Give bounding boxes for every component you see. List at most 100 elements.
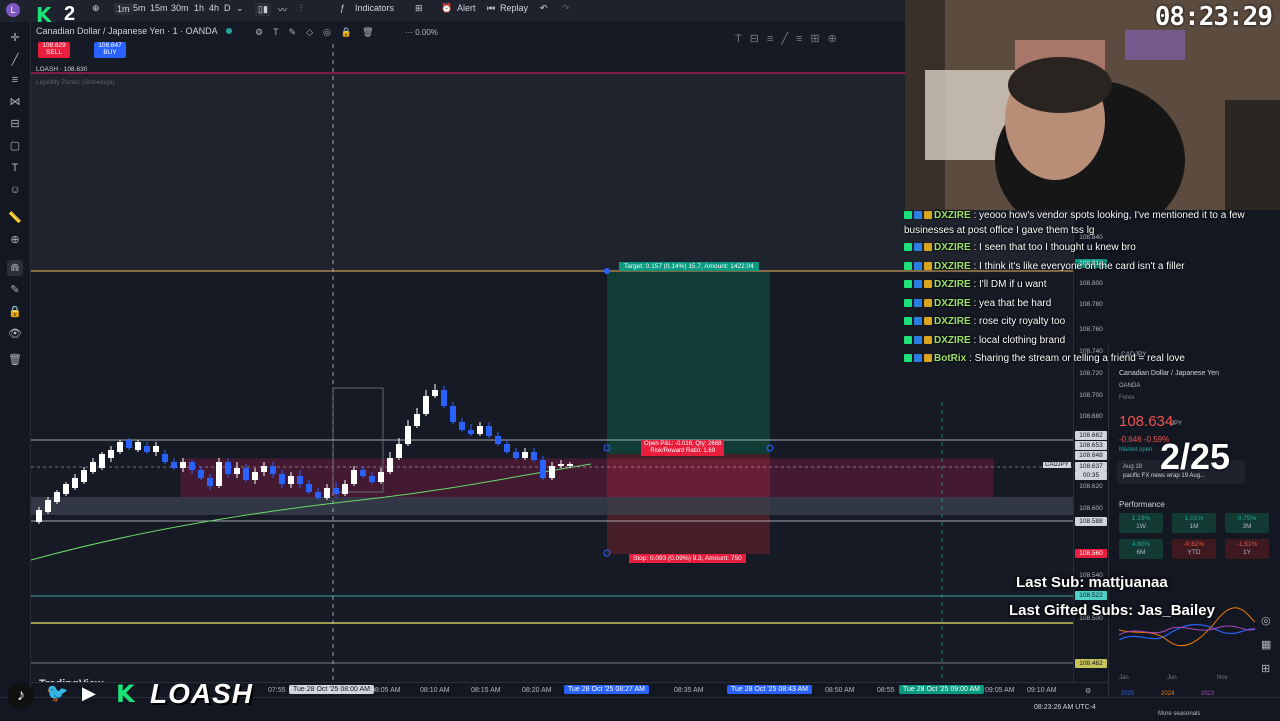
liquidity-indicator-label[interactable]: Liquidity Zones (Sinbeluga) xyxy=(36,79,115,86)
chat-username[interactable]: DXZIRE xyxy=(934,242,971,253)
timeframe-4h[interactable]: 4h xyxy=(209,3,219,13)
ruler-icon[interactable]: 📏 xyxy=(7,210,23,226)
open-pnl-text: Open P&L: -0.016, Qty: 2688 xyxy=(644,441,722,447)
magnet-icon[interactable]: ⋒ xyxy=(7,260,23,276)
price-tag: 108.462 xyxy=(1075,659,1107,668)
loash-indicator-label[interactable]: LOASH · 108.630 xyxy=(36,66,87,73)
zoom-icon[interactable]: ⊕ xyxy=(7,232,23,248)
chat-username[interactable]: BotRix xyxy=(934,353,966,364)
eye-icon[interactable]: 👁 xyxy=(7,326,23,342)
alert-icon[interactable]: ⏰ xyxy=(441,3,452,14)
performance-cell[interactable]: 1.19% 1W xyxy=(1119,513,1163,533)
alert-button[interactable]: Alert xyxy=(457,3,476,13)
candle-body xyxy=(324,488,330,498)
fib-icon[interactable]: ≡ xyxy=(7,72,23,88)
drawing-toolbar: ✛ ╱ ≡ ⋈ ⊟ ▢ T ☺ 📏 ⊕ ⋒ ✎ 🔒 👁 🗑 xyxy=(0,22,31,697)
time-label: 08:55 xyxy=(877,687,895,694)
grid-icon[interactable]: ⊞ xyxy=(1261,662,1270,675)
layout-icon[interactable]: ⊞ xyxy=(415,3,423,14)
price-tag: 108.653 xyxy=(1075,441,1107,450)
calendar-icon[interactable]: ▦ xyxy=(1261,638,1271,651)
compare-icon[interactable]: ⫶ xyxy=(300,3,302,14)
candle-body xyxy=(369,476,375,482)
candle-body xyxy=(171,462,177,468)
performance-value: 1.19% xyxy=(1131,515,1151,522)
replay-icon[interactable]: ⏮ xyxy=(487,3,495,14)
sell-price: 108.629 xyxy=(42,42,66,49)
candle-body xyxy=(153,446,159,452)
chat-username[interactable]: DXZIRE xyxy=(934,210,971,221)
buy-button[interactable]: 108.647 BUY xyxy=(94,42,126,58)
candle-body xyxy=(234,468,240,474)
twitter-icon: 🐦 xyxy=(46,683,69,703)
open-pnl-label: Open P&L: -0.016, Qty: 2688 Risk/Reward … xyxy=(641,440,725,456)
menu-icon[interactable]: L xyxy=(6,3,20,17)
timeframe-30m[interactable]: 30m xyxy=(171,3,189,13)
chevron-down-icon[interactable]: ⌄ xyxy=(236,3,244,14)
performance-cell[interactable]: 0.75% 3M xyxy=(1225,513,1269,533)
time-tag-exit: Tue 28 Oct '25 08:43 AM xyxy=(727,685,812,694)
shape-icon[interactable]: ▢ xyxy=(7,138,23,154)
line-chart-icon[interactable]: 〰 xyxy=(278,3,287,16)
pencil-icon[interactable]: ✎ xyxy=(7,282,23,298)
chat-username[interactable]: DXZIRE xyxy=(934,335,971,346)
candle-body xyxy=(90,462,96,472)
time-tag-session: Tue 28 Oct '25 09:00 AM xyxy=(899,685,984,694)
timeframe-5m[interactable]: 5m xyxy=(133,3,146,13)
seasonals-x-nov: Nov xyxy=(1217,675,1228,681)
price-label: 108.680 xyxy=(1079,413,1103,420)
target-handle[interactable] xyxy=(604,268,610,274)
crosshair-icon[interactable]: ✛ xyxy=(7,30,23,46)
kick-icon: K xyxy=(116,680,135,708)
target-zone[interactable] xyxy=(607,272,770,454)
floating-toolbar[interactable]: T⊟≡╱≡⊞⊕ xyxy=(735,32,845,45)
replay-button[interactable]: Replay xyxy=(500,3,528,13)
symbol-tools-icons[interactable]: ⚙T✎◇◎🔒🗑 xyxy=(255,27,384,38)
undo-icon[interactable]: ↶ xyxy=(540,3,548,14)
projection-icon[interactable]: ⊟ xyxy=(7,116,23,132)
smiley-icon[interactable]: ☺ xyxy=(7,182,23,198)
stream-clock: 08:23:29 xyxy=(1154,2,1273,32)
chat-username[interactable]: DXZIRE xyxy=(934,316,971,327)
chat-text: : rose city royalty too xyxy=(970,316,1066,327)
indicators-icon[interactable]: ƒ xyxy=(340,3,345,13)
youtube-icon: ▶ xyxy=(82,683,96,703)
timeframe-15m[interactable]: 15m xyxy=(150,3,168,13)
text-icon[interactable]: T xyxy=(7,160,23,176)
candle-body xyxy=(117,442,123,452)
timeframe-1m[interactable]: 1m xyxy=(114,3,133,15)
trendline-icon[interactable]: ╱ xyxy=(7,52,23,68)
sell-button[interactable]: 108.629 SELL xyxy=(38,42,70,58)
candle-body xyxy=(315,492,321,498)
performance-period: 1Y xyxy=(1243,549,1251,556)
chat-message: BotRix : Sharing the stream or telling a… xyxy=(904,353,1280,364)
target-icon[interactable]: ◎ xyxy=(1261,614,1271,627)
settings-icon[interactable]: ⚙ xyxy=(1085,687,1091,695)
symbol-title[interactable]: Canadian Dollar / Japanese Yen · 1 · OAN… xyxy=(36,26,217,36)
more-seasonals-link[interactable]: More seasonals xyxy=(1158,711,1200,717)
sell-label: SELL xyxy=(46,49,62,56)
redo-icon[interactable]: ↷ xyxy=(562,3,570,14)
timeframe-1h[interactable]: 1h xyxy=(194,3,204,13)
candle-body xyxy=(261,466,267,472)
chat-username[interactable]: DXZIRE xyxy=(934,298,971,309)
candles-icon[interactable]: ▯▮ xyxy=(255,3,271,16)
timezone-status[interactable]: 08:23:26 AM UTC-4 xyxy=(1034,704,1096,711)
chat-username[interactable]: DXZIRE xyxy=(934,279,971,290)
performance-cell[interactable]: -1.51% 1Y xyxy=(1225,539,1269,559)
pattern-icon[interactable]: ⋈ xyxy=(7,94,23,110)
lock-icon[interactable]: 🔒 xyxy=(7,304,23,320)
chat-username[interactable]: DXZIRE xyxy=(934,261,971,272)
candle-body xyxy=(414,414,420,426)
performance-cell[interactable]: 1.01% 1M xyxy=(1172,513,1216,533)
indicators-button[interactable]: Indicators xyxy=(355,3,394,13)
mod-badge-icon xyxy=(914,354,922,362)
seasonals-x-jan: Jan xyxy=(1119,675,1129,681)
performance-cell[interactable]: -0.62% YTD xyxy=(1172,539,1216,559)
candle-body xyxy=(342,484,348,494)
trash-icon[interactable]: 🗑 xyxy=(7,352,23,368)
sub-badge-icon xyxy=(924,354,932,362)
timeframe-d[interactable]: D xyxy=(224,3,231,13)
add-symbol-icon[interactable]: ⊕ xyxy=(92,3,100,14)
performance-cell[interactable]: 4.80% 6M xyxy=(1119,539,1163,559)
